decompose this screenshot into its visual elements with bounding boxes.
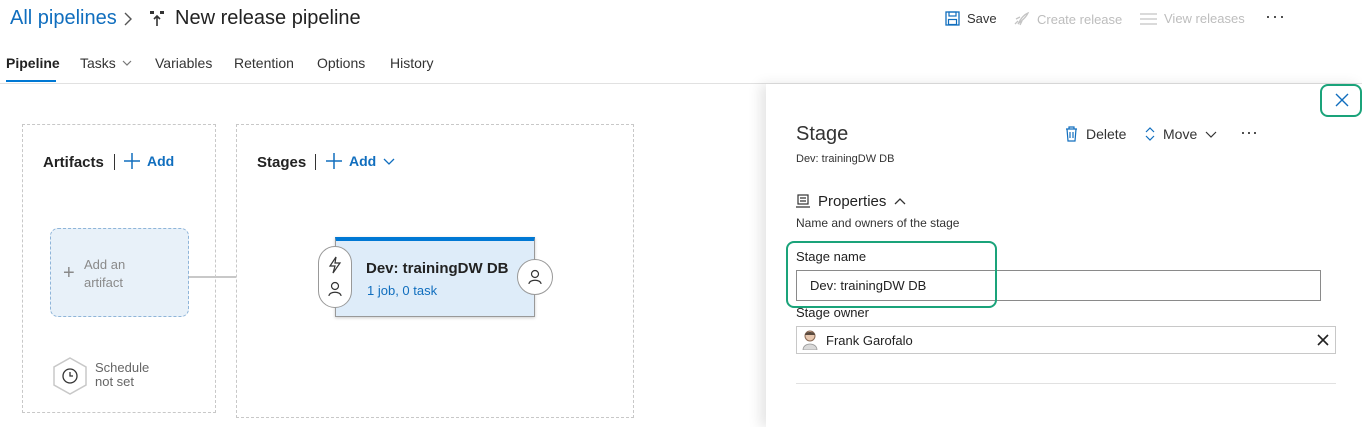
chevron-up-icon <box>894 198 906 205</box>
properties-title: Properties <box>818 193 887 210</box>
separator <box>114 154 115 170</box>
tab-pipeline[interactable]: Pipeline <box>6 55 60 71</box>
add-artifact-label: Add <box>147 153 175 169</box>
tab-history[interactable]: History <box>390 55 434 71</box>
close-icon <box>1335 93 1349 107</box>
schedule-button[interactable] <box>51 356 89 396</box>
artifacts-title: Artifacts <box>43 154 104 171</box>
properties-section-toggle[interactable]: Properties <box>796 193 906 210</box>
separator <box>315 154 316 170</box>
trash-icon <box>1065 126 1078 142</box>
panel-divider <box>796 383 1336 384</box>
panel-title: Stage <box>796 123 849 145</box>
tab-tasks[interactable]: Tasks <box>80 55 132 71</box>
stage-owner-label: Stage owner <box>796 305 869 320</box>
tab-retention[interactable]: Retention <box>234 55 294 71</box>
plus-icon: + <box>63 262 75 284</box>
chevron-down-icon <box>1205 131 1217 138</box>
stage-owner-name: Frank Garofalo <box>826 333 913 348</box>
stages-title: Stages <box>257 154 307 171</box>
chevron-right-icon <box>122 9 134 29</box>
tab-tasks-label: Tasks <box>80 55 116 71</box>
tab-variables[interactable]: Variables <box>155 55 212 71</box>
create-release-label: Create release <box>1037 11 1123 27</box>
add-stage-label: Add <box>349 153 377 169</box>
breadcrumb-all-pipelines[interactable]: All pipelines <box>10 7 117 30</box>
person-icon <box>328 281 342 297</box>
chevron-down-icon <box>383 158 395 165</box>
add-artifact-button[interactable]: Add <box>124 153 174 169</box>
plus-icon <box>326 153 342 169</box>
more-actions-button[interactable]: ··· <box>1265 6 1286 27</box>
save-icon <box>945 11 960 26</box>
delete-label: Delete <box>1086 126 1127 142</box>
up-down-icon <box>1145 127 1155 141</box>
stage-name-highlight <box>786 241 997 308</box>
list-icon <box>1140 12 1157 25</box>
stage-card-jobs-link[interactable]: 1 job, 0 task <box>367 283 437 298</box>
stage-card[interactable] <box>335 237 535 317</box>
pre-deployment-conditions[interactable] <box>318 246 352 308</box>
panel-subtitle: Dev: trainingDW DB <box>796 153 895 165</box>
close-icon <box>1317 334 1329 346</box>
move-label: Move <box>1163 126 1198 142</box>
schedule-status: Schedule not set <box>95 360 150 389</box>
close-panel-button[interactable] <box>1320 84 1362 117</box>
properties-icon <box>796 194 810 209</box>
delete-stage-button[interactable]: Delete <box>1065 126 1126 142</box>
rocket-icon <box>1012 11 1030 27</box>
panel-more-button[interactable]: ··· <box>1240 122 1258 143</box>
release-pipeline-icon <box>149 10 165 28</box>
view-releases-button[interactable]: View releases <box>1140 11 1245 26</box>
person-icon <box>528 269 542 285</box>
plus-icon <box>124 153 140 169</box>
tab-options[interactable]: Options <box>317 55 365 71</box>
save-button[interactable]: Save <box>945 11 997 26</box>
add-stage-button[interactable]: Add <box>326 153 395 169</box>
page-title: New release pipeline <box>175 7 361 29</box>
chevron-down-icon <box>122 60 132 66</box>
lightning-icon <box>327 256 343 274</box>
move-stage-button[interactable]: Move <box>1145 126 1217 142</box>
view-releases-label: View releases <box>1164 11 1245 26</box>
post-deployment-conditions[interactable] <box>517 259 553 295</box>
avatar <box>802 330 818 350</box>
add-artifact-text: Add an artifact <box>84 257 126 290</box>
stage-card-name: Dev: trainingDW DB <box>366 260 509 277</box>
clear-owner-button[interactable] <box>1317 334 1329 346</box>
properties-description: Name and owners of the stage <box>796 216 960 230</box>
create-release-button[interactable]: Create release <box>1012 11 1122 27</box>
save-label: Save <box>967 11 997 26</box>
active-tab-indicator <box>6 80 56 82</box>
